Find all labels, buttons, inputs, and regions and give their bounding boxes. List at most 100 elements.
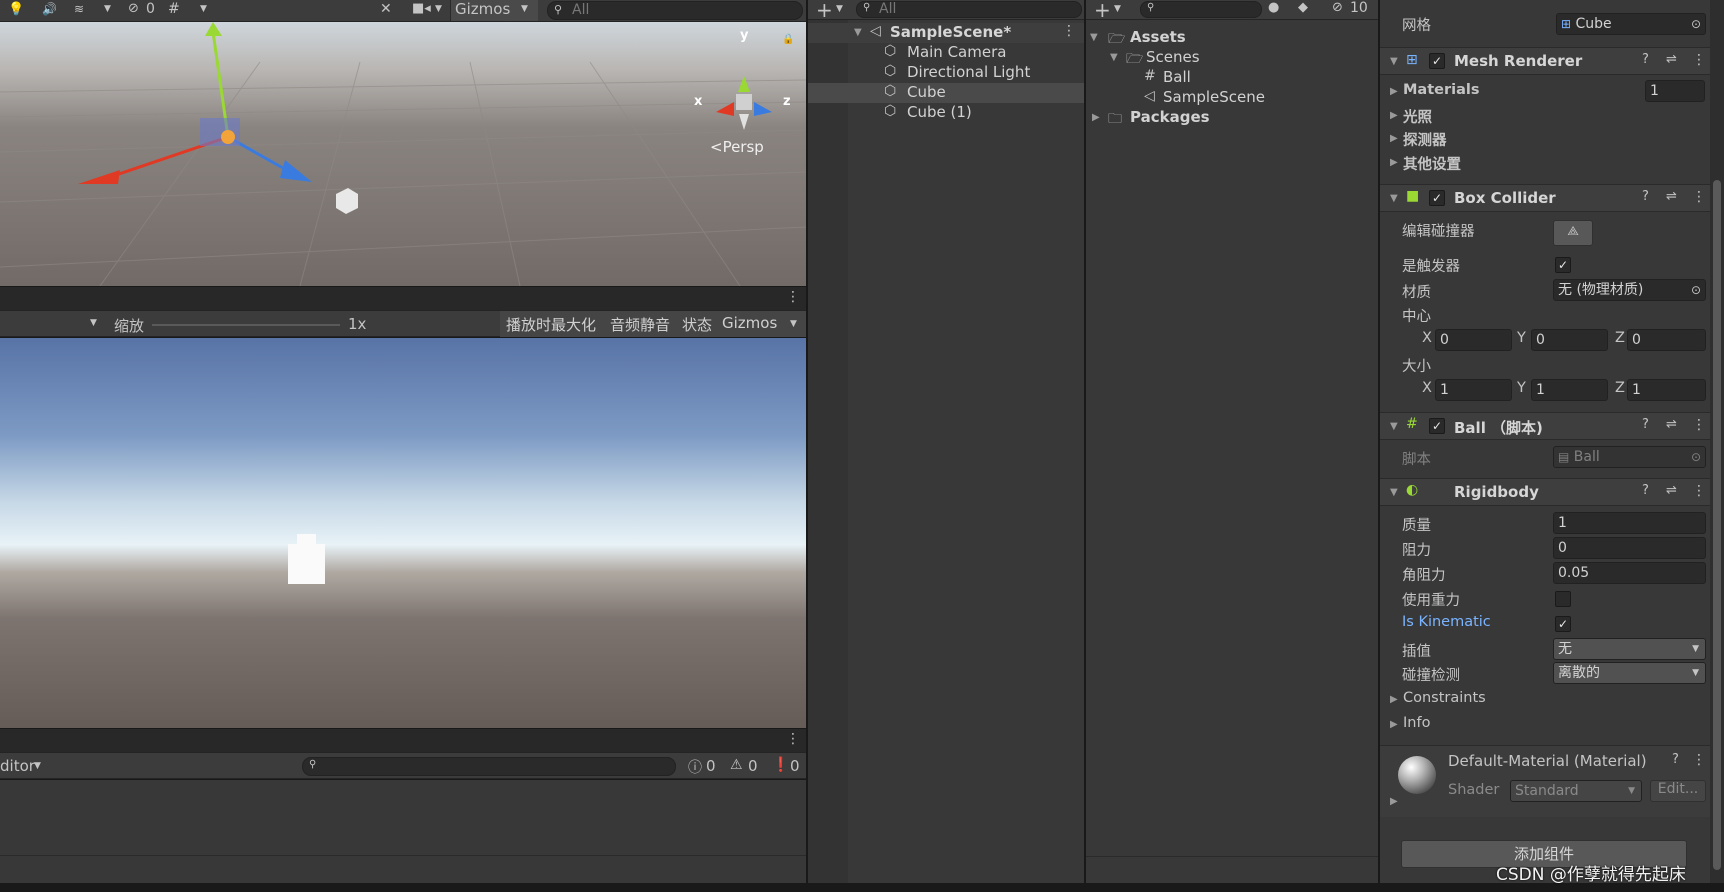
error-icon[interactable]: ❗ <box>772 757 789 773</box>
sample-scene-asset[interactable]: ◁ SampleScene <box>1086 88 1378 108</box>
foldout-arrow-icon[interactable]: ▶ <box>1390 133 1398 144</box>
hidden-objects-icon[interactable]: ⊘ <box>128 1 139 16</box>
collapse-arrow-icon[interactable]: ▼ <box>1390 421 1398 432</box>
foldout-arrow-icon[interactable]: ▶ <box>1390 110 1398 121</box>
component-enabled-checkbox[interactable]: ✓ <box>1429 53 1445 69</box>
editor-dropdown[interactable]: ditor <box>0 757 35 775</box>
camera-icon[interactable]: ■◂ <box>412 1 431 16</box>
more-options-icon[interactable]: ⋮ <box>1692 752 1706 768</box>
scale-slider[interactable] <box>152 324 340 326</box>
constraints-foldout[interactable]: Constraints <box>1403 690 1486 706</box>
foldout-arrow-icon[interactable]: ▶ <box>1390 86 1398 97</box>
shader-dropdown[interactable]: Standard ▼ <box>1510 780 1642 802</box>
orientation-axis-y[interactable]: y <box>740 28 748 43</box>
presets-icon[interactable]: ⇌ <box>1666 417 1677 432</box>
scenes-folder[interactable]: ▼ 🗁 Scenes <box>1086 48 1378 68</box>
ball-script-header[interactable]: ▼ # ✓ Ball （脚本) ? ⇌ ⋮ <box>1380 412 1710 440</box>
console-log-area[interactable] <box>0 780 806 883</box>
packages-folder[interactable]: ▶ 🗀 Packages <box>1086 108 1378 128</box>
add-icon[interactable]: + <box>1094 0 1111 22</box>
foldout-arrow-icon[interactable]: ▶ <box>1390 796 1398 807</box>
more-options-icon[interactable]: ⋮ <box>786 731 800 747</box>
help-icon[interactable]: ? <box>1642 189 1649 204</box>
game-gizmos-button[interactable]: Gizmos <box>722 314 777 332</box>
more-options-icon[interactable]: ⋮ <box>1692 483 1706 499</box>
dropdown-arrow-icon[interactable]: ▼ <box>34 761 41 771</box>
component-enabled-checkbox[interactable]: ✓ <box>1429 418 1445 434</box>
search-by-type-icon[interactable]: ● <box>1268 0 1279 15</box>
expand-arrow-icon[interactable]: ▶ <box>1092 112 1100 123</box>
assets-folder[interactable]: ▼ 🗁 Assets <box>1086 28 1378 48</box>
edit-shader-button[interactable]: Edit... <box>1650 780 1706 802</box>
info-foldout[interactable]: Info <box>1403 715 1430 731</box>
expand-arrow-icon[interactable]: ▼ <box>1090 32 1098 43</box>
label-tag-icon[interactable]: ◆ <box>1298 0 1308 15</box>
audio-toggle-icon[interactable]: 🔊 <box>42 2 57 16</box>
dropdown-arrow-icon[interactable]: ▼ <box>1114 4 1121 14</box>
collapse-arrow-icon[interactable]: ▼ <box>1390 56 1398 67</box>
dropdown-arrow-icon[interactable]: ▼ <box>200 4 207 14</box>
effects-toggle-icon[interactable]: ≋ <box>74 2 84 16</box>
tools-icon[interactable]: ✕ <box>380 1 392 17</box>
mesh-field[interactable]: ⊞ Cube ⊙ <box>1556 13 1706 35</box>
more-options-icon[interactable]: ⋮ <box>1692 417 1706 433</box>
orientation-axis-x[interactable]: x <box>694 94 702 109</box>
dropdown-arrow-icon[interactable]: ▼ <box>836 4 843 14</box>
hidden-packages-icon[interactable]: ⊘ <box>1332 0 1343 15</box>
foldout-arrow-icon[interactable]: ▶ <box>1390 719 1398 730</box>
add-icon[interactable]: + <box>816 0 833 22</box>
object-picker-icon[interactable]: ⊙ <box>1691 280 1701 300</box>
presets-icon[interactable]: ⇌ <box>1666 189 1677 204</box>
more-options-icon[interactable]: ⋮ <box>1692 52 1706 68</box>
probes-foldout[interactable]: 探测器 <box>1403 129 1447 150</box>
dropdown-arrow-icon[interactable]: ▼ <box>435 4 442 14</box>
lighting-foldout[interactable]: 光照 <box>1403 106 1432 127</box>
lighting-toggle-icon[interactable]: 💡 <box>8 2 24 17</box>
gizmos-button[interactable]: Gizmos ▼ <box>450 0 538 21</box>
inspector-scrollbar[interactable] <box>1710 0 1724 883</box>
mesh-renderer-header[interactable]: ▼ ⊞ ✓ Mesh Renderer ? ⇌ ⋮ <box>1380 47 1710 75</box>
scene-row[interactable]: ▼ ◁ SampleScene* ⋮ <box>808 23 1084 43</box>
drag-field[interactable]: 0 <box>1553 537 1706 559</box>
maximize-on-play-button[interactable]: 播放时最大化 <box>506 314 596 335</box>
mute-audio-button[interactable]: 音频静音 <box>610 314 670 335</box>
component-enabled-checkbox[interactable]: ✓ <box>1429 190 1445 206</box>
center-x-field[interactable]: 0 <box>1435 329 1512 351</box>
object-picker-icon[interactable]: ⊙ <box>1691 14 1701 34</box>
dropdown-arrow-icon[interactable]: ▼ <box>790 319 797 329</box>
size-z-field[interactable]: 1 <box>1627 379 1706 401</box>
collapse-arrow-icon[interactable]: ▼ <box>1390 487 1398 498</box>
hierarchy-item[interactable]: ⬡ Directional Light <box>808 63 1084 83</box>
collider-material-field[interactable]: 无 (物理材质) ⊙ <box>1553 279 1706 301</box>
expand-arrow-icon[interactable]: ▼ <box>1110 52 1118 63</box>
hierarchy-item[interactable]: ⬡ Main Camera <box>808 43 1084 63</box>
interpolate-dropdown[interactable]: 无 ▼ <box>1553 638 1706 660</box>
ball-script-asset[interactable]: # Ball <box>1086 68 1378 88</box>
help-icon[interactable]: ? <box>1642 417 1649 432</box>
is-trigger-checkbox[interactable]: ✓ <box>1555 257 1571 273</box>
warning-icon[interactable]: ⚠ <box>730 757 743 773</box>
scene-viewport[interactable]: x y z 🔒 <Persp <box>0 22 806 286</box>
expand-arrow-icon[interactable]: ▼ <box>854 27 862 38</box>
help-icon[interactable]: ? <box>1672 752 1679 767</box>
materials-count-field[interactable]: 1 <box>1645 80 1705 102</box>
help-icon[interactable]: ? <box>1642 52 1649 67</box>
center-y-field[interactable]: 0 <box>1531 329 1608 351</box>
stats-button[interactable]: 状态 <box>682 314 712 335</box>
foldout-arrow-icon[interactable]: ▶ <box>1390 157 1398 168</box>
collision-detection-dropdown[interactable]: 离散的 ▼ <box>1553 662 1706 684</box>
mass-field[interactable]: 1 <box>1553 512 1706 534</box>
center-z-field[interactable]: 0 <box>1627 329 1706 351</box>
size-y-field[interactable]: 1 <box>1531 379 1608 401</box>
hierarchy-search-input[interactable]: ⚲ All <box>856 1 1082 18</box>
rigidbody-header[interactable]: ▼ ◐ Rigidbody ? ⇌ ⋮ <box>1380 478 1710 506</box>
use-gravity-checkbox[interactable] <box>1555 591 1571 607</box>
edit-collider-button[interactable]: ⟁ <box>1553 220 1593 246</box>
materials-label[interactable]: Materials <box>1403 82 1480 98</box>
display-dropdown-arrow-icon[interactable]: ▼ <box>90 318 97 328</box>
foldout-arrow-icon[interactable]: ▶ <box>1390 694 1398 705</box>
hierarchy-item[interactable]: ⬡ Cube (1) <box>808 103 1084 123</box>
other-settings-foldout[interactable]: 其他设置 <box>1403 153 1461 174</box>
presets-icon[interactable]: ⇌ <box>1666 483 1677 498</box>
info-icon[interactable]: ⓘ <box>688 757 702 777</box>
